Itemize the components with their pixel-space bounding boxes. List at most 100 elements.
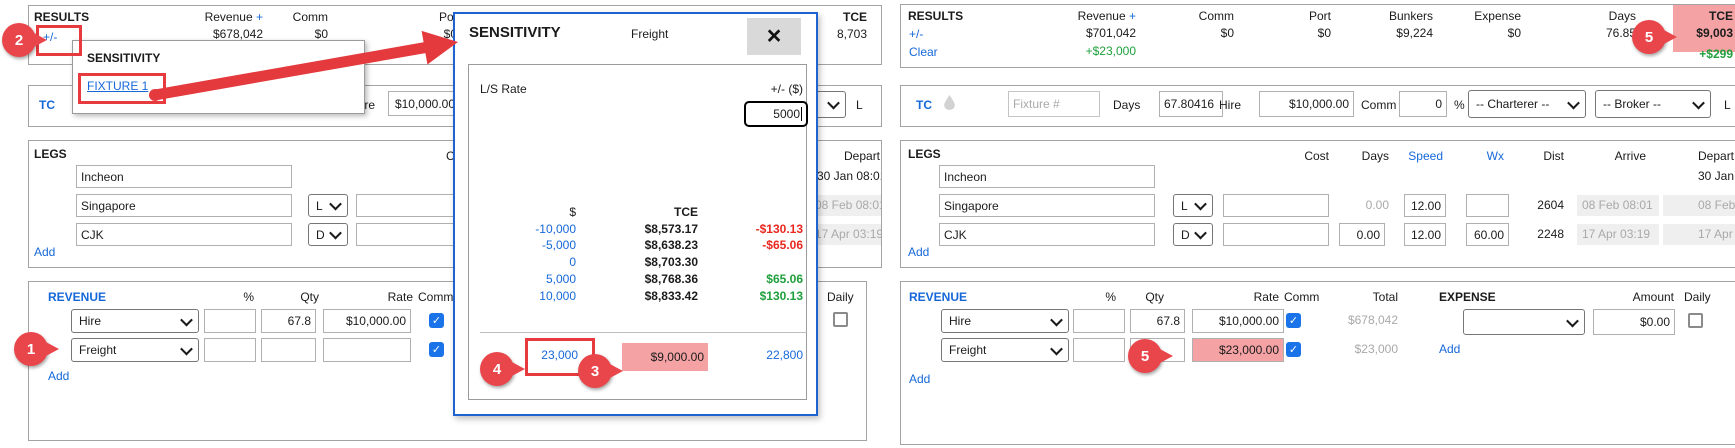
pct-label: % [1454,98,1465,112]
right-legs-title: LEGS [908,147,941,161]
leg-type-select[interactable]: L [308,194,348,217]
revenue-plus-toggle[interactable]: + [256,10,263,24]
revenue-rate-input[interactable]: $23,000.00 [1192,338,1284,362]
col-wx[interactable]: Wx [1487,149,1504,163]
custom-rate-cell[interactable]: $9,000.00 [622,343,708,371]
revenue-pct-input[interactable] [204,338,256,362]
leg-port-input[interactable]: CJK [939,223,1155,246]
text-caret [801,107,802,121]
revenue-qty-input[interactable]: 67.8 [1130,309,1185,333]
revenue-type-select[interactable]: Hire [941,309,1069,333]
leg-wx-input[interactable]: 60.00 [1466,223,1509,246]
leg-port-input[interactable]: Singapore [76,194,292,217]
left-revenue-title: REVENUE [48,290,106,304]
expense-amount-input[interactable]: $0.00 [1593,309,1675,335]
left-hire-input[interactable]: $10,000.00 [388,91,460,116]
step-input[interactable]: 5000 [744,101,808,127]
leg-port-input[interactable]: Singapore [939,194,1155,217]
expense-daily-checkbox[interactable] [833,312,848,327]
right-col-tce: TCE [1709,9,1733,23]
revenue-qty-input[interactable] [261,338,316,362]
revenue-pct-input[interactable] [1073,338,1125,362]
right-legs-add-link[interactable]: Add [908,245,929,259]
custom-result-value: 22,800 [766,348,803,362]
dialog-subtitle: Freight [631,27,668,41]
tc-comm-input[interactable]: 0 [1399,91,1447,117]
leg-arrive-cell: 08 Feb 08:01 [1577,195,1659,216]
close-icon[interactable]: × [747,18,801,55]
revenue-type-select[interactable]: Hire [71,309,199,333]
sens-d-value[interactable]: 0 [569,255,576,269]
revenue-pct-input[interactable] [204,309,256,333]
expense-daily-checkbox[interactable] [1688,313,1703,328]
ls-rate-label: L/S Rate [480,82,527,96]
leg-port-input[interactable]: Incheon [76,165,292,188]
revenue-rate-input[interactable]: $10,000.00 [323,309,411,333]
revenue-comm-checkbox[interactable] [429,313,444,328]
divider [480,332,807,333]
left-col-tce: TCE [843,10,867,24]
revenue-qty-input[interactable]: 67.8 [261,309,316,333]
leg-depart-value: 30 Jan 08:01 [817,169,882,183]
fixture-number-input[interactable]: Fixture # [1008,91,1100,117]
leg-speed-input[interactable]: 12.00 [1404,223,1446,246]
leg-type-select[interactable]: D [308,223,348,246]
chevron-down-icon [1050,342,1063,355]
right-col-days: Days [1609,9,1636,23]
expense-type-select[interactable] [1463,309,1585,335]
revenue-plus-toggle[interactable]: + [1129,9,1136,23]
chevron-down-icon [1692,96,1705,109]
revenue-comm-checkbox[interactable] [1286,313,1301,328]
sens-delta-value: $130.13 [760,289,803,303]
revenue-comm-checkbox[interactable] [1286,342,1301,357]
right-tc-label: TC [916,98,932,112]
broker-select[interactable]: -- Broker -- [1595,90,1711,118]
leg-type-select[interactable]: L [1173,194,1213,217]
tc-hire-input[interactable]: $10,000.00 [1259,91,1354,117]
leg-wx-input[interactable] [1466,194,1509,217]
left-revenue-add-link[interactable]: Add [48,369,69,383]
annotation-box-fixture [78,73,166,104]
revenue-type-select[interactable]: Freight [941,338,1069,362]
annotation-balloon-5-revenue: 5 [1128,339,1162,373]
left-legs-add-link[interactable]: Add [34,245,55,259]
sens-d-value[interactable]: 10,000 [539,289,576,303]
right-tc-panel: TC Fixture # Days 67.80416 Hire $10,000.… [900,85,1735,127]
revenue-type-select[interactable]: Freight [71,338,199,362]
hire-label: Hire [1219,98,1241,112]
leg-port-input[interactable]: Incheon [939,165,1155,188]
leg-type-select[interactable]: D [1173,223,1213,246]
annotation-balloon-3: 3 [578,354,612,388]
left-tc-label: TC [39,98,55,112]
revenue-total-value: $23,000 [1355,342,1398,356]
revenue-pct-input[interactable] [1073,309,1125,333]
tc-days-input[interactable]: 67.80416 [1159,91,1223,117]
col-pct: % [1105,290,1116,304]
leg-port-input[interactable]: CJK [76,223,292,246]
col-comm: Comm [1284,290,1319,304]
leg-cost-input[interactable] [1223,194,1329,217]
right-revenue-add-link[interactable]: Add [909,372,930,386]
annotation-balloon-5-results: 5 [1632,20,1666,54]
sens-d-value[interactable]: 5,000 [546,272,576,286]
expense-add-link[interactable]: Add [1439,342,1460,356]
leg-speed-input[interactable]: 12.00 [1404,194,1446,217]
leg-depart-cell: 08 Feb 08:01 [1663,195,1735,216]
revenue-comm-checkbox[interactable] [429,342,444,357]
left-col-rate: Rate [388,290,413,304]
chevron-down-icon [329,227,342,240]
charterer-select[interactable]: -- Charterer -- [1468,90,1586,118]
right-sensitivity-plusminus-link[interactable]: +/- [909,27,923,41]
sens-d-value[interactable]: -5,000 [542,238,576,252]
col-speed[interactable]: Speed [1408,149,1443,163]
right-col-comm: Comm [1199,9,1234,23]
sens-d-value[interactable]: -10,000 [535,222,576,236]
left-comm-value: $0 [315,27,328,41]
clear-link[interactable]: Clear [909,45,938,59]
leg-cost-input[interactable] [1223,223,1329,246]
revenue-rate-input[interactable]: $10,000.00 [1192,309,1284,333]
leg-days-value: 0.00 [1366,198,1389,212]
revenue-rate-input[interactable] [323,338,411,362]
annotation-balloon-4: 4 [480,352,514,386]
leg-days-input[interactable]: 0.00 [1339,223,1385,246]
